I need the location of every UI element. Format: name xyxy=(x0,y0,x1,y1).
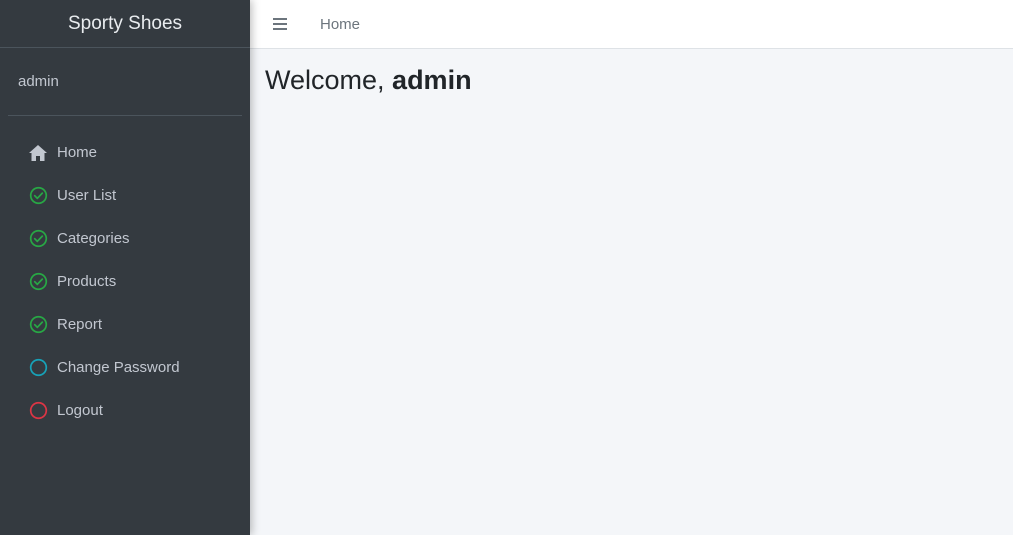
sidebar-item-user-list[interactable]: User List xyxy=(8,174,242,217)
circle-icon xyxy=(28,358,48,378)
brand-link[interactable]: Sporty Shoes xyxy=(0,0,250,48)
sidebar-nav: Home User List Categories Products Repor… xyxy=(0,116,250,432)
sidebar-item-categories[interactable]: Categories xyxy=(8,217,242,260)
sidebar-item-label: User List xyxy=(57,187,117,204)
sidebar-item-label: Categories xyxy=(57,230,130,247)
sidebar-item-home[interactable]: Home xyxy=(8,131,242,174)
circle-icon xyxy=(28,401,48,421)
user-name[interactable]: admin xyxy=(18,73,59,90)
app: Sporty Shoes admin Home User List Catego… xyxy=(0,0,1013,535)
check-circle-icon xyxy=(28,272,48,292)
sidebar-item-label: Home xyxy=(57,144,98,161)
sidebar-item-change-password[interactable]: Change Password xyxy=(8,346,242,389)
sidebar-item-products[interactable]: Products xyxy=(8,260,242,303)
sidebar-item-label: Change Password xyxy=(57,359,180,376)
main-content: Welcome, admin xyxy=(250,49,1013,535)
sidebar-item-logout[interactable]: Logout xyxy=(8,389,242,432)
page-title: Welcome, admin xyxy=(265,65,472,96)
sidebar-item-report[interactable]: Report xyxy=(8,303,242,346)
user-panel: admin xyxy=(0,48,250,115)
sidebar-item-label: Products xyxy=(57,273,117,290)
nav-link-home[interactable]: Home xyxy=(320,16,360,33)
sidebar-item-label: Report xyxy=(57,316,103,333)
check-circle-icon xyxy=(28,315,48,335)
check-circle-icon xyxy=(28,229,48,249)
check-circle-icon xyxy=(28,186,48,206)
hamburger-icon[interactable] xyxy=(273,14,293,34)
top-navbar: Home xyxy=(250,0,1013,49)
welcome-user: admin xyxy=(392,65,472,95)
welcome-prefix: Welcome, xyxy=(265,65,393,95)
home-icon xyxy=(28,143,48,163)
sidebar: Sporty Shoes admin Home User List Catego… xyxy=(0,0,250,535)
sidebar-item-label: Logout xyxy=(57,402,103,419)
